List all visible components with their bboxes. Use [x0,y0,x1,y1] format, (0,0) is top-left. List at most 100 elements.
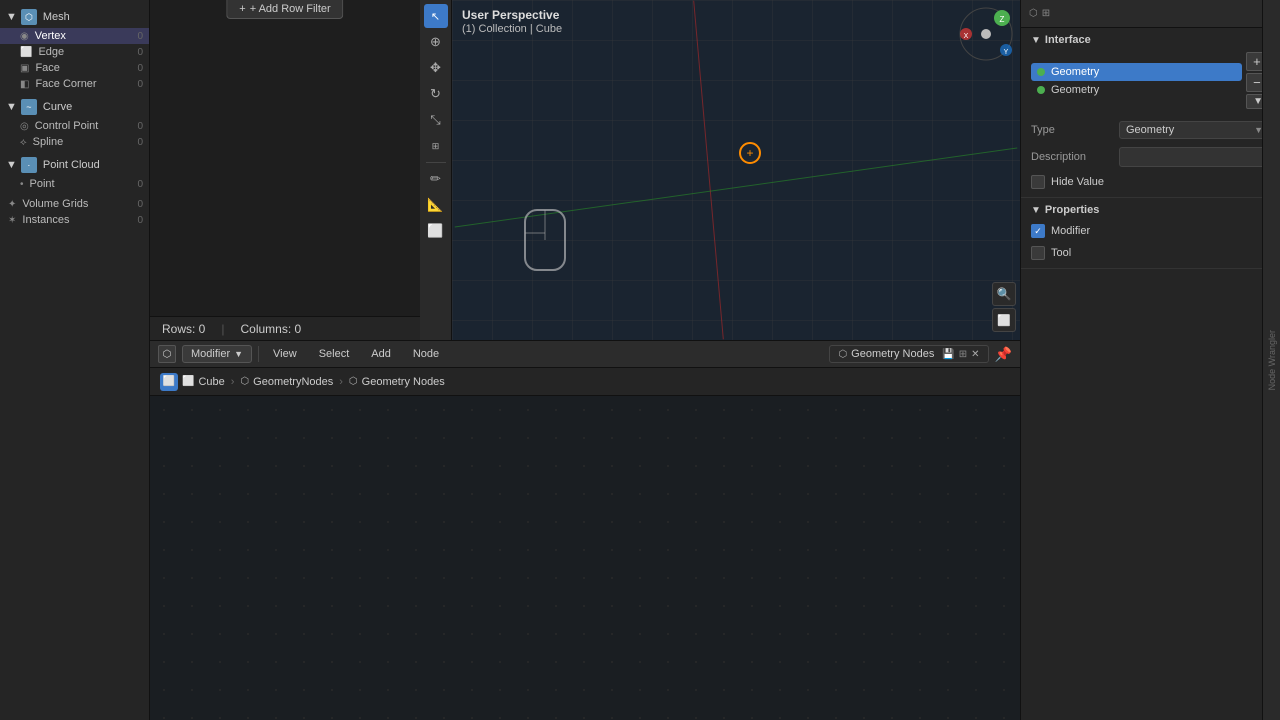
vertex-item[interactable]: ◉ Vertex 0 [0,28,149,44]
breadcrumb-geonodes[interactable]: GeometryNodes [253,376,333,388]
spline-item[interactable]: ⟡ Spline 0 [0,134,149,150]
vertex-icon: ◉ [20,31,29,42]
geometry-label-2: Geometry [1051,84,1236,96]
type-dropdown[interactable]: Geometry ▼ [1119,121,1270,139]
breadcrumb-bar: ⬜ ⬜ Cube › ⬡ GeometryNodes › ⬡ Geometry … [150,368,1020,396]
columns-status: Columns: 0 [240,322,301,336]
description-input[interactable] [1119,147,1270,167]
interface-list: Geometry Geometry [1031,63,1242,99]
breadcrumb-node-icon: ⬡ [349,376,358,387]
instances-count: 0 [137,215,143,226]
cursor-crosshair: + [746,147,753,159]
view-btn[interactable]: View [265,346,305,362]
breadcrumb-geo-icon: ⬡ [240,376,249,387]
transform-tool[interactable]: ⊞ [424,134,448,158]
status-sep: | [221,322,224,336]
modifier-row: Modifier [1031,222,1270,240]
extra-section: ✦ Volume Grids 0 ✶ Instances 0 [0,194,149,230]
tool-row: Tool [1031,244,1270,262]
face-corner-item[interactable]: ◧ Face Corner 0 [0,76,149,92]
select-tool[interactable]: ↖ [424,4,448,28]
save-icon[interactable]: 💾 [942,349,954,360]
annotate-tool[interactable]: ✏ [424,167,448,191]
interface-expand-icon: ▼ [1031,35,1041,46]
cursor-tool[interactable]: ⊕ [424,30,448,54]
interface-geometry-active[interactable]: Geometry [1031,63,1242,81]
point-cloud-section-header[interactable]: ▼ · Point Cloud [0,154,149,176]
scale-tool[interactable]: ⤡ [424,108,448,132]
rp-icon2[interactable]: ⊞ [1042,8,1050,19]
viewport-bg [452,0,1020,340]
modifier-checkbox[interactable] [1031,224,1045,238]
interface-geometry-2[interactable]: Geometry [1031,81,1242,99]
mesh-label: Mesh [43,11,70,23]
control-point-item[interactable]: ◎ Control Point 0 [0,118,149,134]
add-icon: + [239,3,245,15]
control-point-icon: ◎ [20,121,29,132]
description-row: Description [1031,145,1270,169]
move-tool[interactable]: ✥ [424,56,448,80]
close-icon[interactable]: ✕ [971,349,979,360]
interface-label: Interface [1045,34,1091,46]
select-btn[interactable]: Select [311,346,358,362]
editor-type-btn[interactable]: ⬡ [158,345,176,363]
tool-checkbox[interactable] [1031,246,1045,260]
point-item[interactable]: • Point 0 [0,176,149,192]
properties-header[interactable]: ▼ Properties [1031,204,1270,216]
tool-checkbox-label: Tool [1051,247,1071,259]
mesh-section-header[interactable]: ▼ ⬡ Mesh [0,6,149,28]
face-item[interactable]: ▣ Face 0 [0,60,149,76]
volume-grids-icon: ✦ [8,199,16,210]
rotate-tool[interactable]: ↻ [424,82,448,106]
instances-item[interactable]: ✶ Instances 0 [0,212,149,228]
volume-grids-label: Volume Grids [22,198,88,210]
point-cloud-expand-icon: ▼ [6,159,17,171]
volume-grids-count: 0 [137,199,143,210]
modifier-btn[interactable]: Modifier ▼ [182,345,252,363]
editor-title: Geometry Nodes [851,348,934,360]
interface-header[interactable]: ▼ Interface ⣿ [1031,34,1270,46]
box-tool[interactable]: ⬜ [424,219,448,243]
right-panel-toolbar: ⬡ ⊞ [1021,0,1280,28]
pin-icon[interactable]: 📌 [995,346,1012,363]
node-canvas[interactable]: Group Input Geometry [150,396,1020,720]
node-menu-btn[interactable]: Node [405,346,447,362]
instances-icon: ✶ [8,215,16,226]
new-icon[interactable]: ⊞ [959,349,967,360]
rp-icon1[interactable]: ⬡ [1029,8,1038,19]
modifier-dropdown-icon: ▼ [234,349,243,359]
curve-expand-icon: ▼ [6,101,17,113]
type-label: Type [1031,124,1111,136]
geometry-active-label: Geometry [1051,66,1236,78]
node-editor-grid [150,396,1020,720]
viewport-nav-icons: 🔍 ⬜ [992,282,1016,332]
viewport-gizmo[interactable]: Z X Y [956,4,1016,64]
breadcrumb-cube[interactable]: Cube [198,376,224,388]
breadcrumb: ⬜ Cube › ⬡ GeometryNodes › ⬡ Geometry No… [182,376,445,388]
ortho-btn[interactable]: ⬜ [992,308,1016,332]
vertex-count: 0 [137,31,143,42]
volume-grids-item[interactable]: ✦ Volume Grids 0 [0,196,149,212]
geometry-dot [1037,68,1045,76]
add-row-filter-btn[interactable]: + + Add Row Filter [226,0,343,19]
point-count: 0 [137,179,143,190]
curve-section-header[interactable]: ▼ ~ Curve [0,96,149,118]
breadcrumb-geonodes2[interactable]: Geometry Nodes [362,376,445,388]
edge-count: 0 [137,47,143,58]
edge-label: Edge [38,46,64,58]
right-panel: ⬡ ⊞ ▼ Interface ⣿ [1020,0,1280,720]
edge-item[interactable]: ⬜ Edge 0 [0,44,149,60]
svg-text:X: X [964,33,969,40]
add-btn[interactable]: Add [363,346,399,362]
zoom-in-btn[interactable]: 🔍 [992,282,1016,306]
measure-tool[interactable]: 📐 [424,193,448,217]
interface-content: Geometry Geometry + − ▼ [1031,52,1270,191]
modifier-checkbox-label: Modifier [1051,225,1090,237]
spreadsheet-panel: + + Add Row Filter Rows: 0 | Columns: 0 [150,0,420,340]
curve-icon: ~ [21,99,37,115]
mesh-expand-icon: ▼ [6,11,17,23]
mode-icon[interactable]: ⬜ [160,373,178,391]
viewport-labels: User Perspective (1) Collection | Cube [462,8,562,35]
hide-value-checkbox[interactable] [1031,175,1045,189]
node-wrangler-label: Node Wrangler [1267,330,1277,390]
